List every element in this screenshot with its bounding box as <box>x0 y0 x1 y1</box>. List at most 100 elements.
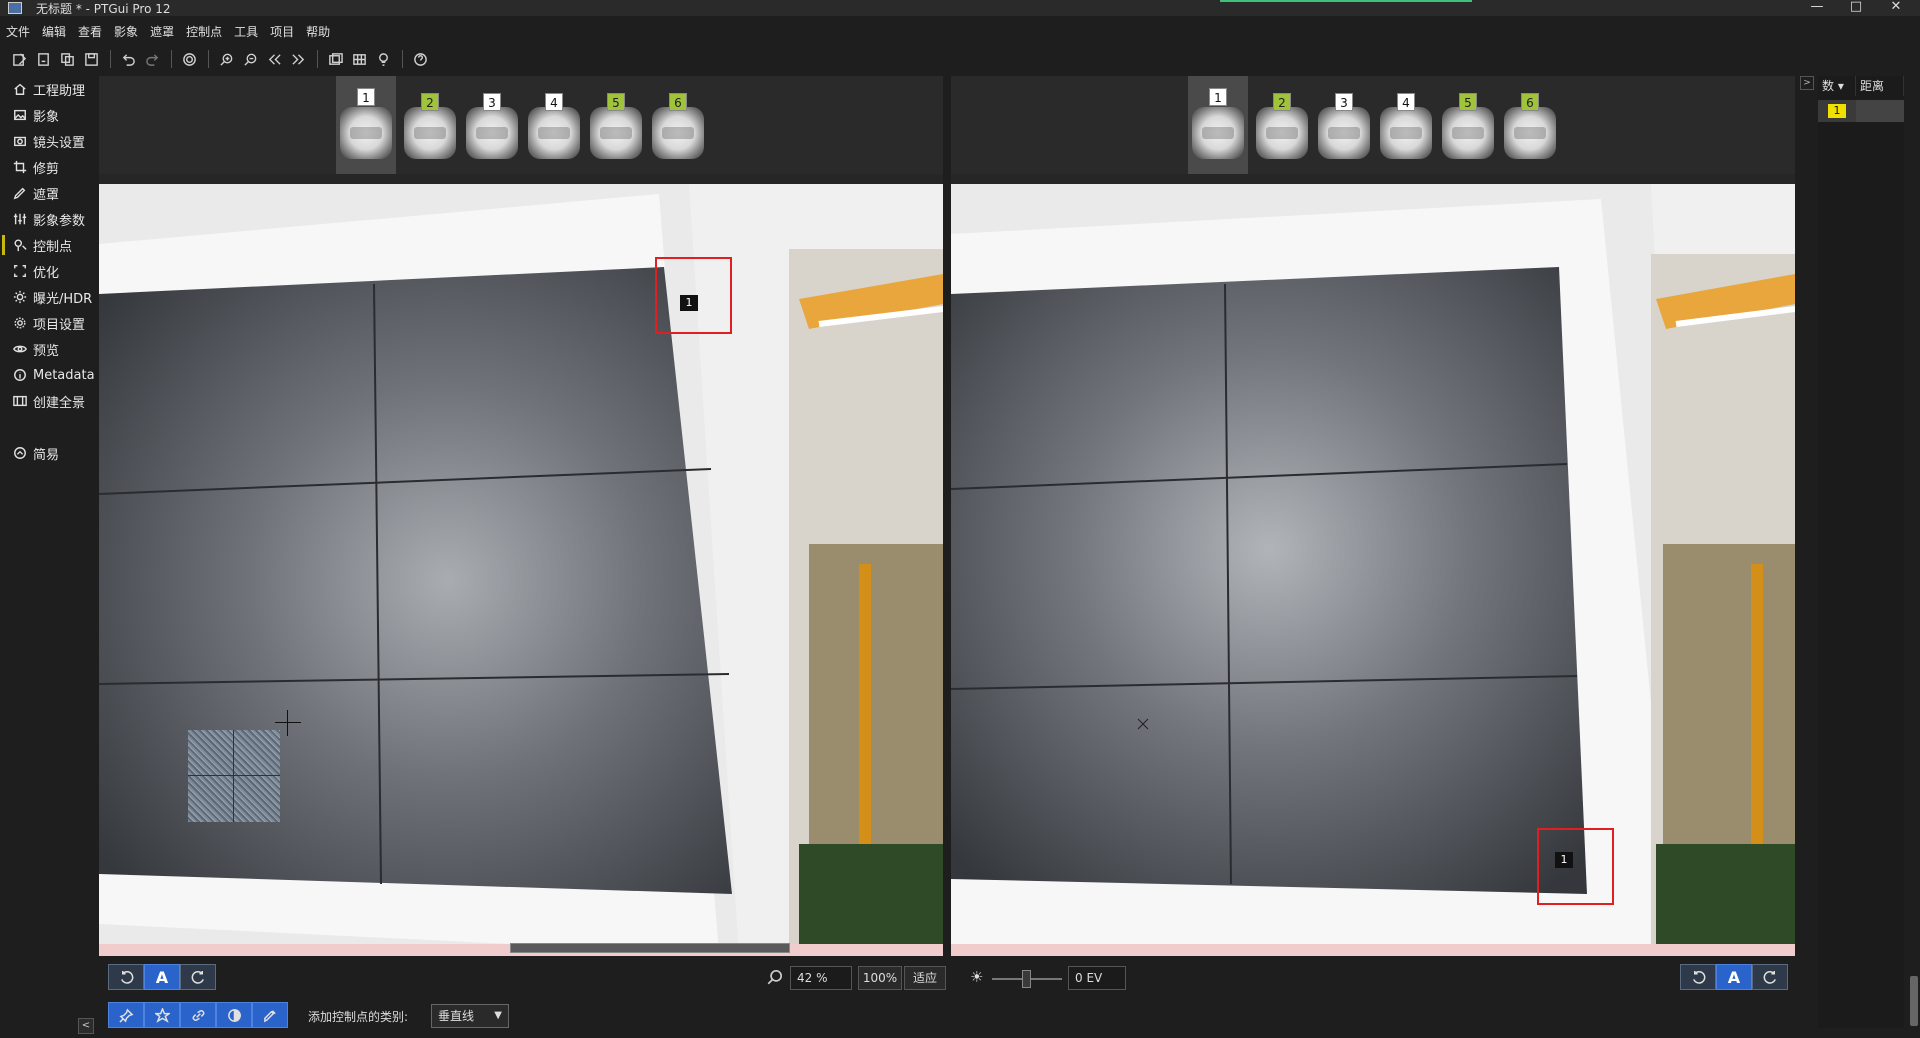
thumbnail-number: 5 <box>1459 93 1477 111</box>
sidebar-item-crop[interactable]: 修剪 <box>0 154 96 180</box>
rotate-right-button[interactable] <box>1752 964 1788 990</box>
sidebar-item-create-panorama[interactable]: 创建全景 <box>0 388 96 414</box>
sidebar-item-label: 项目设置 <box>33 317 86 333</box>
brightness-icon: ☀ <box>970 968 984 986</box>
menu-view[interactable]: 查看 <box>78 23 102 40</box>
close-button[interactable]: ✕ <box>1876 0 1916 16</box>
new-project-icon[interactable] <box>8 48 30 70</box>
menu-project[interactable]: 项目 <box>270 23 294 40</box>
zoom-icon <box>766 968 784 990</box>
help-icon[interactable] <box>409 48 431 70</box>
app-icon <box>8 2 22 14</box>
menu-tools[interactable]: 工具 <box>234 23 258 40</box>
previous-image-icon[interactable] <box>263 48 285 70</box>
sidebar-item-image-parameters[interactable]: 影象参数 <box>0 206 96 232</box>
grid-icon[interactable] <box>348 48 370 70</box>
thumbnail[interactable]: 1 <box>336 76 396 174</box>
favorite-button[interactable] <box>144 1002 180 1028</box>
zoom-fit-button[interactable]: 适应 <box>904 966 946 990</box>
exposure-slider-handle[interactable] <box>1022 970 1031 988</box>
rotate-left-button[interactable] <box>108 964 144 990</box>
sidebar-item-preview[interactable]: 预览 <box>0 336 96 362</box>
menu-mask[interactable]: 遮罩 <box>150 23 174 40</box>
control-point-highlight <box>1537 828 1614 905</box>
sidebar-item-project-settings[interactable]: 项目设置 <box>0 310 96 336</box>
sidebar-item-label: 修剪 <box>33 161 60 177</box>
sidebar-item-optimize[interactable]: 优化 <box>0 258 96 284</box>
thumbnail[interactable]: 6 <box>650 81 706 169</box>
exposure-input[interactable]: 0 EV <box>1068 966 1126 990</box>
thumbnail[interactable]: 2 <box>402 81 458 169</box>
menu-images[interactable]: 影象 <box>114 23 138 40</box>
sidebar-item-mask[interactable]: 遮罩 <box>0 180 96 206</box>
home-icon <box>12 81 28 97</box>
sidebar-item-label: 预览 <box>33 343 60 359</box>
add-control-point-button[interactable] <box>108 1002 144 1028</box>
thumbnail[interactable]: 4 <box>1378 81 1434 169</box>
column-header-distance[interactable]: 距离 <box>1856 76 1904 96</box>
expand-panel-button[interactable]: > <box>1800 76 1814 90</box>
menu-file[interactable]: 文件 <box>6 23 30 40</box>
contrast-icon <box>227 1008 241 1022</box>
title-bar: 无标题 * - PTGui Pro 12 — □ ✕ <box>0 0 1920 16</box>
sidebar-item-lens-settings[interactable]: 镜头设置 <box>0 128 96 154</box>
minimize-button[interactable]: — <box>1797 0 1837 16</box>
maximize-button[interactable]: □ <box>1836 0 1876 16</box>
vertical-scrollbar[interactable] <box>1910 976 1918 1026</box>
sun-icon <box>12 289 28 305</box>
thumbnail[interactable]: 2 <box>1254 81 1310 169</box>
zoom-in-icon[interactable] <box>215 48 237 70</box>
next-image-icon[interactable] <box>287 48 309 70</box>
undo-icon[interactable] <box>117 48 139 70</box>
auto-adjust-button[interactable]: A <box>144 964 180 990</box>
rotate-left-button[interactable] <box>1680 964 1716 990</box>
auto-adjust-button[interactable]: A <box>1716 964 1752 990</box>
thumbnail-image <box>404 107 456 159</box>
rotate-right-button[interactable] <box>180 964 216 990</box>
sidebar-item-simple[interactable]: 简易 <box>0 440 96 466</box>
contrast-button[interactable] <box>216 1002 252 1028</box>
thumbnail[interactable]: 5 <box>1440 81 1496 169</box>
settings-icon[interactable] <box>178 48 200 70</box>
sidebar-item-control-points[interactable]: 控制点 <box>0 232 96 258</box>
image-viewer-left[interactable]: 1 <box>99 184 943 956</box>
sidebar-item-metadata[interactable]: Metadata <box>0 362 96 388</box>
chevron-up-icon <box>12 445 28 461</box>
open-project-icon[interactable] <box>32 48 54 70</box>
lightbulb-icon[interactable] <box>372 48 394 70</box>
control-point-marker[interactable]: 1 <box>680 295 698 311</box>
menu-bar: 文件 编辑 查看 影象 遮罩 控制点 工具 项目 帮助 <box>0 20 342 42</box>
thumbnail[interactable]: 3 <box>464 81 520 169</box>
sliders-icon <box>12 211 28 227</box>
zoom-out-icon[interactable] <box>239 48 261 70</box>
thumbnail[interactable]: 6 <box>1502 81 1558 169</box>
image-viewer-right[interactable]: 1 <box>951 184 1795 956</box>
duplicate-icon[interactable] <box>56 48 78 70</box>
sidebar-item-exposure-hdr[interactable]: 曝光/HDR <box>0 284 96 310</box>
thumbnail[interactable]: 1 <box>1188 76 1248 174</box>
table-row[interactable]: 1 <box>1818 100 1904 122</box>
save-icon[interactable] <box>80 48 102 70</box>
zoom-input[interactable]: 42 % <box>790 966 852 990</box>
sidebar-item-images[interactable]: 影象 <box>0 102 96 128</box>
left-rotate-controls: A <box>108 964 216 990</box>
menu-control-points[interactable]: 控制点 <box>186 23 222 40</box>
thumbnail-number: 2 <box>1273 93 1291 111</box>
thumbnail[interactable]: 4 <box>526 81 582 169</box>
thumbnail[interactable]: 3 <box>1316 81 1372 169</box>
zoom-100-button[interactable]: 100% <box>858 966 902 990</box>
thumbnail[interactable]: 5 <box>588 81 644 169</box>
picker-button[interactable] <box>252 1002 288 1028</box>
sidebar-item-project-assistant[interactable]: 工程助理 <box>0 76 96 102</box>
menu-help[interactable]: 帮助 <box>306 23 330 40</box>
link-button[interactable] <box>180 1002 216 1028</box>
redo-icon[interactable] <box>141 48 163 70</box>
column-header-number[interactable]: 数 ▾ <box>1818 76 1856 96</box>
collapse-sidebar-button[interactable]: < <box>78 1018 94 1034</box>
horizontal-scrollbar[interactable] <box>510 943 790 953</box>
cp-type-select[interactable]: 垂直线 ▼ <box>431 1004 509 1028</box>
panorama-editor-icon[interactable] <box>324 48 346 70</box>
control-point-marker[interactable]: 1 <box>1555 852 1573 868</box>
rotate-left-icon <box>1692 970 1705 984</box>
menu-edit[interactable]: 编辑 <box>42 23 66 40</box>
